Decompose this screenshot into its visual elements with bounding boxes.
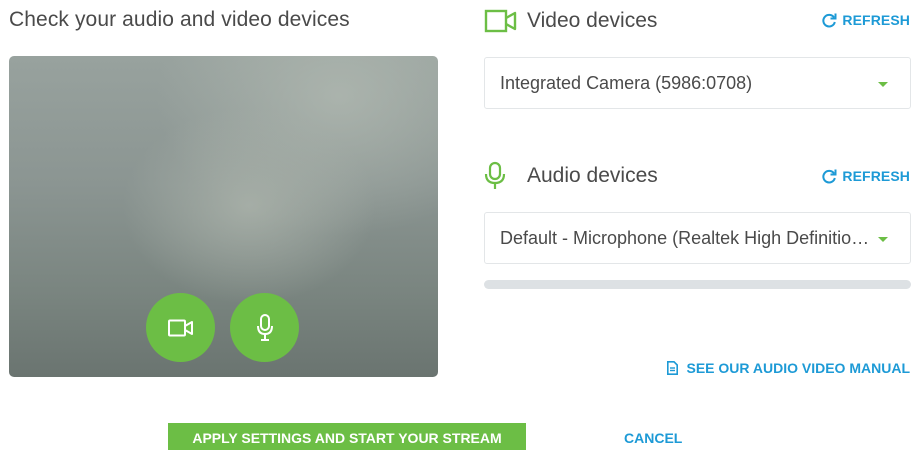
microphone-outline-icon xyxy=(484,161,518,191)
video-refresh-button[interactable]: REFRESH xyxy=(821,12,910,28)
audio-devices-title: Audio devices xyxy=(527,164,658,187)
manual-link-label: SEE OUR AUDIO VIDEO MANUAL xyxy=(686,360,911,376)
cancel-button[interactable]: CANCEL xyxy=(624,430,682,446)
page-title: Check your audio and video devices xyxy=(9,8,350,31)
audio-device-value: Default - Microphone (Realtek High Defin… xyxy=(500,227,870,248)
refresh-icon xyxy=(822,13,837,28)
audio-refresh-label: REFRESH xyxy=(842,168,910,184)
video-devices-title: Video devices xyxy=(527,9,658,32)
audio-level-meter xyxy=(484,280,911,289)
toggle-microphone-button[interactable] xyxy=(230,293,299,362)
video-refresh-label: REFRESH xyxy=(842,12,910,28)
audio-refresh-button[interactable]: REFRESH xyxy=(821,168,910,184)
camera-icon xyxy=(167,319,193,336)
apply-settings-button[interactable]: APPLY SETTINGS AND START YOUR STREAM xyxy=(168,423,526,450)
audio-devices-header: Audio devices xyxy=(484,161,658,191)
chevron-down-icon xyxy=(878,82,888,87)
audio-device-select[interactable]: Default - Microphone (Realtek High Defin… xyxy=(484,212,911,264)
audio-video-manual-link[interactable]: SEE OUR AUDIO VIDEO MANUAL xyxy=(666,360,911,376)
video-preview xyxy=(9,56,438,377)
toggle-camera-button[interactable] xyxy=(146,293,215,362)
video-device-value: Integrated Camera (5986:0708) xyxy=(500,72,753,93)
video-device-select[interactable]: Integrated Camera (5986:0708) xyxy=(484,57,911,109)
camera-outline-icon xyxy=(484,6,518,36)
video-devices-header: Video devices xyxy=(484,6,657,36)
document-icon xyxy=(666,361,678,375)
refresh-icon xyxy=(822,169,837,184)
chevron-down-icon xyxy=(878,237,888,242)
device-check-panel: Check your audio and video devices Video… xyxy=(0,0,914,450)
microphone-icon xyxy=(256,313,273,341)
